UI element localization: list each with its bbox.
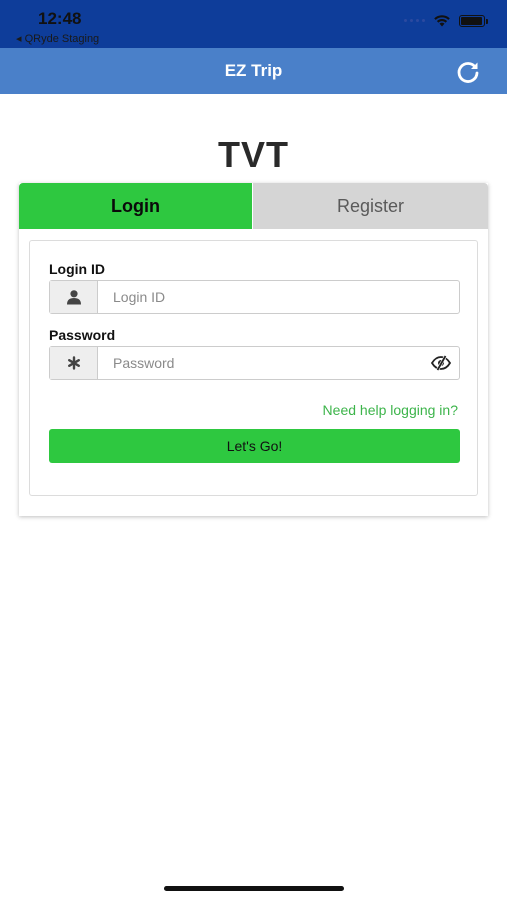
login-id-label: Login ID	[49, 261, 105, 277]
lets-go-button[interactable]: Let's Go!	[49, 429, 460, 463]
tab-register[interactable]: Register	[253, 183, 488, 229]
show-password-toggle[interactable]	[423, 347, 459, 379]
wifi-icon	[433, 14, 451, 27]
nav-title: EZ Trip	[224, 61, 283, 80]
password-group	[49, 346, 460, 380]
user-icon	[50, 281, 98, 313]
status-bar: 12:48 ◂ QRyde Staging	[0, 0, 507, 48]
password-input[interactable]	[98, 347, 423, 379]
asterisk-icon	[50, 347, 98, 379]
refresh-icon	[457, 62, 479, 83]
signal-icon	[404, 19, 425, 22]
login-id-input[interactable]	[98, 281, 459, 313]
status-time: 12:48	[38, 9, 82, 28]
login-card: Login Register Login ID Password	[19, 183, 488, 516]
back-to-app-link[interactable]: ◂ QRyde Staging	[16, 32, 99, 45]
eye-slash-icon	[430, 355, 452, 371]
battery-icon	[459, 14, 488, 27]
password-label: Password	[49, 327, 116, 343]
brand-title: TVT	[218, 134, 289, 175]
status-indicators	[404, 14, 488, 27]
home-indicator[interactable]	[164, 886, 344, 891]
login-id-group	[49, 280, 460, 314]
help-login-link[interactable]: Need help logging in?	[323, 402, 458, 418]
login-form: Login ID Password	[29, 240, 478, 496]
refresh-button[interactable]	[455, 59, 481, 85]
nav-bar: EZ Trip	[0, 48, 507, 94]
tab-login[interactable]: Login	[19, 183, 252, 229]
